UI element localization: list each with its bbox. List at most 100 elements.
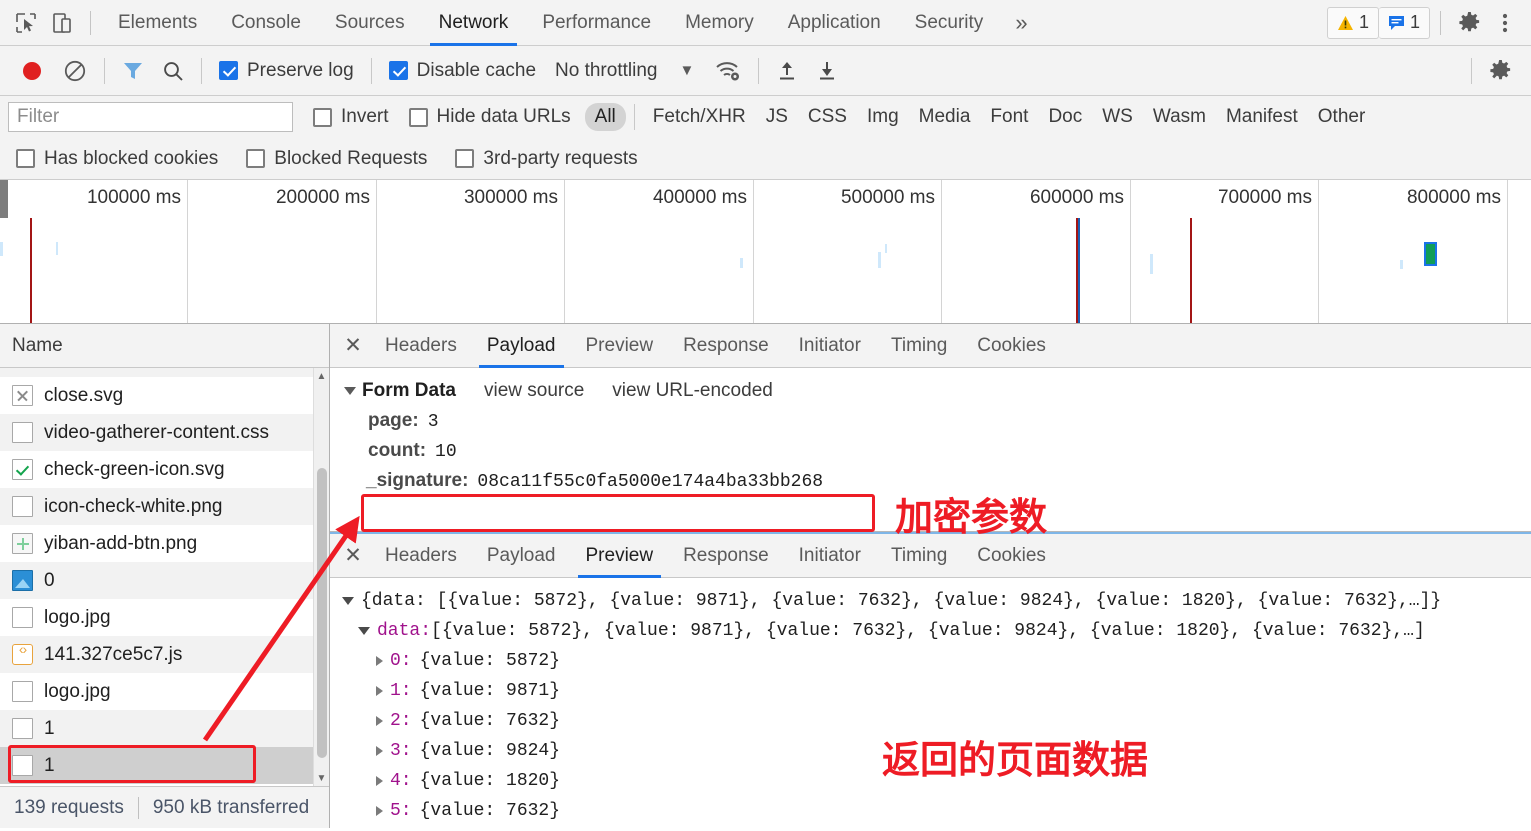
expand-triangle-icon[interactable]	[376, 776, 383, 786]
more-tabs-chevron-icon[interactable]: »	[1000, 0, 1042, 46]
download-arrow-icon[interactable]	[807, 53, 847, 89]
tab-timing[interactable]: Timing	[876, 324, 962, 368]
device-toolbar-icon[interactable]	[44, 5, 80, 41]
throttling-select[interactable]: No throttling	[555, 60, 657, 82]
record-button[interactable]	[10, 53, 54, 89]
json-item[interactable]: 0: {value: 5872}	[342, 646, 1531, 676]
json-item[interactable]: 5: {value: 7632}	[342, 796, 1531, 826]
request-list-scrollbar[interactable]: ▲ ▼	[313, 368, 329, 786]
tab-initiator[interactable]: Initiator	[784, 324, 876, 368]
expand-triangle-icon[interactable]	[376, 806, 383, 816]
json-item[interactable]: 3: {value: 9824}	[342, 736, 1531, 766]
network-timeline-overview[interactable]: 100000 ms 200000 ms 300000 ms 400000 ms …	[0, 180, 1531, 324]
tab-application[interactable]: Application	[771, 0, 898, 46]
tab-cookies[interactable]: Cookies	[962, 534, 1061, 578]
tab-performance[interactable]: Performance	[525, 0, 668, 46]
list-item[interactable]: yiban-add-btn.png	[0, 525, 329, 562]
view-url-encoded-link[interactable]: view URL-encoded	[612, 380, 773, 402]
tab-memory[interactable]: Memory	[668, 0, 771, 46]
json-data-line[interactable]: data: [{value: 5872}, {value: 9871}, {va…	[342, 616, 1531, 646]
filter-funnel-icon[interactable]	[113, 53, 153, 89]
tab-initiator[interactable]: Initiator	[784, 534, 876, 578]
inspect-element-icon[interactable]	[8, 5, 44, 41]
json-item[interactable]: 1: {value: 9871}	[342, 676, 1531, 706]
expand-triangle-icon[interactable]	[358, 627, 370, 635]
list-item[interactable]: video-gatherer-content.css	[0, 414, 329, 451]
type-filter-doc[interactable]: Doc	[1038, 103, 1092, 131]
clear-icon[interactable]	[54, 53, 96, 89]
gear-icon[interactable]	[1451, 5, 1487, 41]
tab-headers[interactable]: Headers	[370, 324, 472, 368]
type-filter-img[interactable]: Img	[857, 103, 909, 131]
wifi-settings-icon[interactable]	[706, 53, 750, 89]
hide-data-urls-checkbox[interactable]: Hide data URLs	[408, 106, 571, 128]
kebab-menu-icon[interactable]	[1487, 5, 1523, 41]
disable-cache-checkbox[interactable]: Disable cache	[380, 53, 545, 89]
preview-pane: ✕ Headers Payload Preview Response Initi…	[330, 532, 1531, 828]
search-icon[interactable]	[153, 53, 193, 89]
json-root-line[interactable]: {data: [{value: 5872}, {value: 9871}, {v…	[342, 586, 1531, 616]
tab-headers[interactable]: Headers	[370, 534, 472, 578]
tab-response[interactable]: Response	[668, 324, 784, 368]
filter-input[interactable]	[8, 102, 293, 132]
expand-triangle-icon[interactable]	[376, 656, 383, 666]
timeline-tick: 500000 ms	[754, 180, 942, 323]
invert-checkbox[interactable]: Invert	[313, 106, 389, 128]
blocked-requests-checkbox[interactable]: Blocked Requests	[246, 148, 427, 170]
type-filter-fetch-xhr[interactable]: Fetch/XHR	[643, 103, 756, 131]
chevron-down-icon[interactable]: ▼	[679, 62, 694, 79]
json-item[interactable]: 2: {value: 7632}	[342, 706, 1531, 736]
type-filter-css[interactable]: CSS	[798, 103, 857, 131]
third-party-requests-checkbox[interactable]: 3rd-party requests	[455, 148, 638, 170]
tab-console[interactable]: Console	[214, 0, 318, 46]
type-filter-ws[interactable]: WS	[1092, 103, 1143, 131]
list-item[interactable]: 141.327ce5c7.js	[0, 636, 329, 673]
json-item[interactable]: 4: {value: 1820}	[342, 766, 1531, 796]
warning-count-badge[interactable]: 1	[1326, 6, 1379, 39]
collapse-triangle-icon[interactable]	[344, 387, 356, 395]
list-item[interactable]: close.svg	[0, 377, 329, 414]
list-item-selected[interactable]: 1	[0, 747, 329, 784]
list-item[interactable]: 0	[0, 562, 329, 599]
upload-arrow-icon[interactable]	[767, 53, 807, 89]
preserve-log-checkbox[interactable]: Preserve log	[210, 53, 363, 89]
tab-payload[interactable]: Payload	[472, 324, 571, 368]
has-blocked-cookies-checkbox[interactable]: Has blocked cookies	[16, 148, 218, 170]
network-settings-gear-icon[interactable]	[1480, 53, 1521, 89]
list-item[interactable]: icon-check-white.png	[0, 488, 329, 525]
tab-payload[interactable]: Payload	[472, 534, 571, 578]
type-filter-manifest[interactable]: Manifest	[1216, 103, 1308, 131]
type-filter-js[interactable]: JS	[756, 103, 798, 131]
type-filter-font[interactable]: Font	[980, 103, 1038, 131]
close-icon[interactable]: ✕	[336, 539, 370, 573]
tab-response[interactable]: Response	[668, 534, 784, 578]
type-filter-other[interactable]: Other	[1308, 103, 1376, 131]
list-item[interactable]: logo.jpg	[0, 673, 329, 710]
tab-network[interactable]: Network	[422, 0, 526, 46]
tab-cookies[interactable]: Cookies	[962, 324, 1061, 368]
tab-security[interactable]: Security	[898, 0, 1001, 46]
expand-triangle-icon[interactable]	[376, 686, 383, 696]
close-icon[interactable]: ✕	[336, 329, 370, 363]
scroll-down-arrow-icon[interactable]: ▼	[314, 770, 329, 786]
expand-triangle-icon[interactable]	[376, 746, 383, 756]
type-filter-media[interactable]: Media	[909, 103, 981, 131]
request-list[interactable]: close.svg video-gatherer-content.css che…	[0, 368, 329, 786]
type-filter-all[interactable]: All	[584, 103, 626, 131]
list-item[interactable]: check-green-icon.svg	[0, 451, 329, 488]
list-item[interactable]: 1	[0, 710, 329, 747]
tab-preview[interactable]: Preview	[571, 324, 669, 368]
message-count-badge[interactable]: 1	[1378, 6, 1430, 39]
scrollbar-thumb[interactable]	[317, 468, 327, 758]
tab-timing[interactable]: Timing	[876, 534, 962, 578]
view-source-link[interactable]: view source	[484, 380, 584, 402]
scroll-up-arrow-icon[interactable]: ▲	[314, 368, 329, 384]
preview-json-tree[interactable]: {data: [{value: 5872}, {value: 9871}, {v…	[330, 578, 1531, 828]
expand-triangle-icon[interactable]	[342, 597, 354, 605]
list-item[interactable]: logo.jpg	[0, 599, 329, 636]
type-filter-wasm[interactable]: Wasm	[1143, 103, 1216, 131]
tab-preview[interactable]: Preview	[571, 534, 669, 578]
tab-sources[interactable]: Sources	[318, 0, 422, 46]
tab-elements[interactable]: Elements	[101, 0, 214, 46]
expand-triangle-icon[interactable]	[376, 716, 383, 726]
